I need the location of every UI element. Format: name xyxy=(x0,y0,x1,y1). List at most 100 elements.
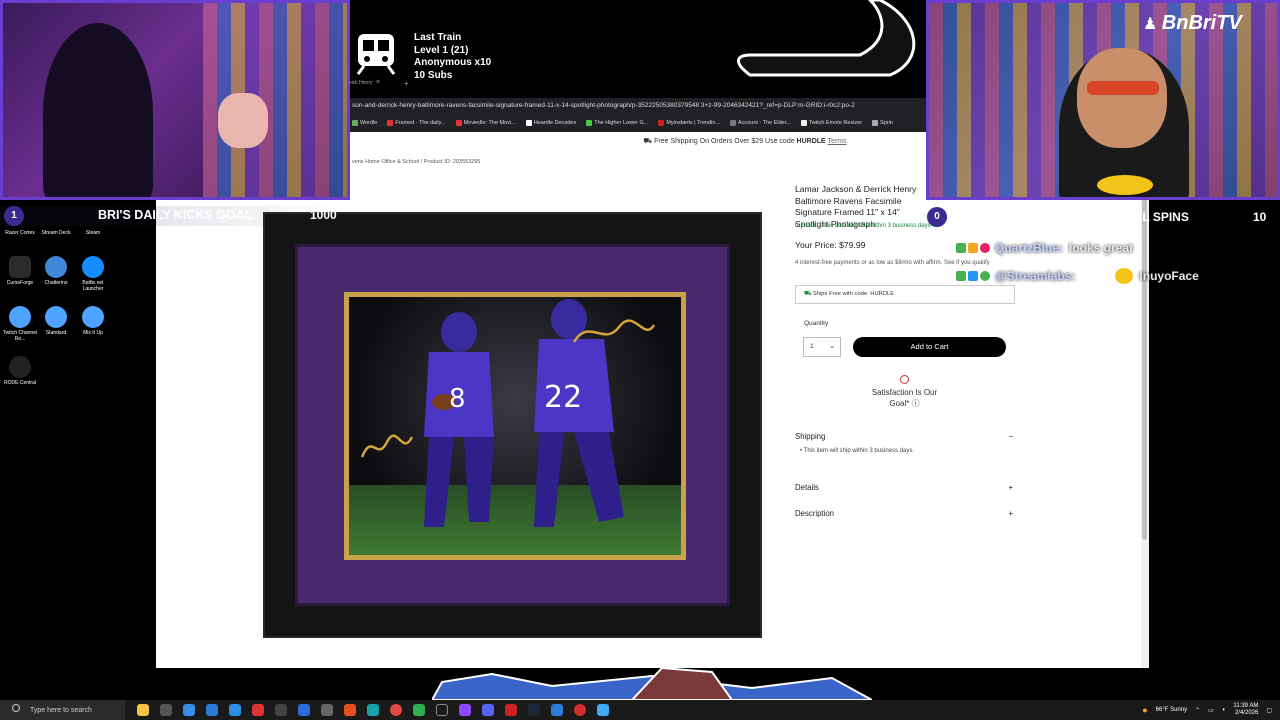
chat-username: @Streamlabs: xyxy=(995,269,1076,283)
desktop-icon-stream-deck[interactable]: Stream Deck xyxy=(36,208,76,236)
sparkle-icon[interactable] xyxy=(137,704,149,716)
player-one: 8 xyxy=(424,312,494,527)
rode-icon xyxy=(9,356,31,378)
clock[interactable]: 11:39 AM 2/4/2026 xyxy=(1233,703,1258,717)
bookmark-item[interactable]: Myinstants | Trendin... xyxy=(658,114,720,132)
bookmark-item[interactable]: Wordle xyxy=(352,114,377,132)
chevron-up-icon[interactable]: ⌃ xyxy=(1195,707,1200,714)
badge-icon xyxy=(968,243,978,253)
desktop-icon-standard[interactable]: Standard xyxy=(36,306,76,336)
batman-logo xyxy=(1097,175,1153,195)
ships-free-text: Ships Free with code: HURDLE xyxy=(812,291,895,297)
desktop-icon-steam[interactable]: Steam xyxy=(73,208,113,236)
chatterino-icon xyxy=(45,256,67,278)
edge-icon[interactable] xyxy=(183,704,195,716)
cartoon-art xyxy=(737,0,916,77)
desktop-icon-curseforge[interactable]: CurseForge xyxy=(0,256,40,286)
scrollbar-thumb[interactable] xyxy=(1142,140,1147,540)
collapse-icon[interactable]: − xyxy=(1008,432,1013,441)
desktop-icon-mix-it-up[interactable]: Mix It Up xyxy=(73,306,113,336)
last-train-widget: Last Train Level 1 (21) Anonymous x10 10… xyxy=(352,30,552,82)
notification-icon[interactable]: ▢ xyxy=(1266,707,1272,714)
bookmark-item[interactable]: Twitch Emote Resizer xyxy=(800,114,862,132)
steam-icon[interactable] xyxy=(528,704,540,716)
app-icon[interactable] xyxy=(298,704,310,716)
product-photo: 8 22 xyxy=(349,297,681,555)
bookmark-item[interactable]: Heardle Decades xyxy=(525,114,576,132)
expand-icon[interactable]: + xyxy=(1008,509,1013,518)
channel-brand: ♟ BnBriTV xyxy=(1143,12,1242,35)
network-icon[interactable]: ▭ xyxy=(1208,707,1214,714)
app-icon[interactable] xyxy=(275,704,287,716)
shipping-banner-text: Free Shipping On Orders Over $29 Use cod… xyxy=(654,138,797,145)
badge-icon xyxy=(980,271,990,281)
chat-text: looks great xyxy=(1069,241,1134,255)
app-icon[interactable] xyxy=(367,704,379,716)
chat-message: @Streamlabs: InuyoFace xyxy=(930,262,1270,290)
app-icon[interactable] xyxy=(413,704,425,716)
address-bar[interactable]: son-and-derrick-henry-baltimore-ravens-f… xyxy=(350,98,926,114)
app-icon[interactable] xyxy=(436,704,448,716)
bookmark-item[interactable]: Sprin xyxy=(872,114,893,132)
quantity-select[interactable]: 1 ⌄ xyxy=(803,337,841,357)
tag-icon: ⛟ xyxy=(804,291,813,297)
twitch-icon[interactable] xyxy=(459,704,471,716)
app-icon[interactable] xyxy=(551,704,563,716)
app-icon[interactable] xyxy=(574,704,586,716)
goal-right-target: 10 xyxy=(1253,210,1267,224)
train-level: Level 1 (21) xyxy=(414,44,469,56)
accordion-details-label: Details xyxy=(795,483,819,492)
bookmark-icon xyxy=(872,120,879,126)
curseforge-icon xyxy=(9,256,31,278)
weather-icon: ● xyxy=(1142,705,1148,715)
clock-date: 2/4/2026 xyxy=(1234,710,1259,716)
task-view-icon[interactable] xyxy=(160,704,172,716)
firefox-icon[interactable] xyxy=(344,704,356,716)
chat-username: QuartzBlue: xyxy=(995,241,1064,255)
breadcrumb[interactable]: vens Home Office & School / Product ID: … xyxy=(352,159,480,165)
expand-icon[interactable]: + xyxy=(1008,483,1013,492)
bookmark-item[interactable]: The Higher Lower G... xyxy=(586,114,648,132)
add-to-cart-button[interactable]: Add to Cart xyxy=(853,337,1006,357)
quantity-label: Quantity xyxy=(804,320,829,327)
app-icon[interactable] xyxy=(597,704,609,716)
accordion-description-label: Description xyxy=(795,509,834,518)
badge-icon xyxy=(980,243,990,253)
desktop-icon-chatterino[interactable]: Chatterino xyxy=(36,256,76,286)
accordion-shipping[interactable]: Shipping − xyxy=(795,432,1015,441)
plush-toy xyxy=(218,93,268,148)
goal-left-label: BRI'S DAILY KICKS GOAL xyxy=(98,208,253,222)
chat-text: InuyoFace xyxy=(1139,269,1199,283)
bookmark-item[interactable]: Account - The Elder... xyxy=(730,114,791,132)
bookmark-icon xyxy=(658,120,665,126)
volume-icon[interactable]: ◖ xyxy=(1222,707,1226,713)
bookmark-item[interactable]: Framed - The daily... xyxy=(387,114,446,132)
terms-link[interactable]: Terms xyxy=(828,138,847,145)
discord-icon[interactable] xyxy=(482,704,494,716)
user-icon: ♟ xyxy=(1143,16,1162,33)
taskbar-search[interactable]: Type here to search xyxy=(0,700,125,720)
app-icon[interactable] xyxy=(252,704,264,716)
desktop-icon-rode-central[interactable]: RODE Central xyxy=(0,356,40,386)
battlenet-icon xyxy=(82,256,104,278)
app-icon[interactable] xyxy=(206,704,218,716)
bookmark-item[interactable]: Moviedle: The Movi... xyxy=(455,114,516,132)
bookmarks-bar: Wordle Framed - The daily... Moviedle: T… xyxy=(350,114,926,132)
chat-overlay: QuartzBlue: looks great @Streamlabs: Inu… xyxy=(930,234,1270,290)
app-icon[interactable] xyxy=(229,704,241,716)
elgato-icon xyxy=(9,306,31,328)
desktop-icon-razer-cortex[interactable]: Razer Cortex xyxy=(0,208,40,236)
accordion-description[interactable]: Description + xyxy=(795,509,1015,518)
info-icon[interactable]: ⓘ xyxy=(912,399,920,408)
desktop-icon-battlenet[interactable]: Battle.net Launcher xyxy=(73,256,113,292)
weather-text[interactable]: 66°F Sunny xyxy=(1156,707,1187,713)
chrome-icon[interactable] xyxy=(390,704,402,716)
accordion-details[interactable]: Details + xyxy=(795,483,1015,492)
app-icon[interactable] xyxy=(321,704,333,716)
badge-icon xyxy=(956,243,966,253)
app-icon[interactable] xyxy=(505,704,517,716)
goal-right-count: 0 xyxy=(927,207,947,227)
desktop-icon-twitch-channel[interactable]: Twitch Channel Re... xyxy=(0,306,40,342)
shipping-code: HURDLE xyxy=(796,138,826,145)
train-subs: 10 Subs xyxy=(414,69,453,81)
